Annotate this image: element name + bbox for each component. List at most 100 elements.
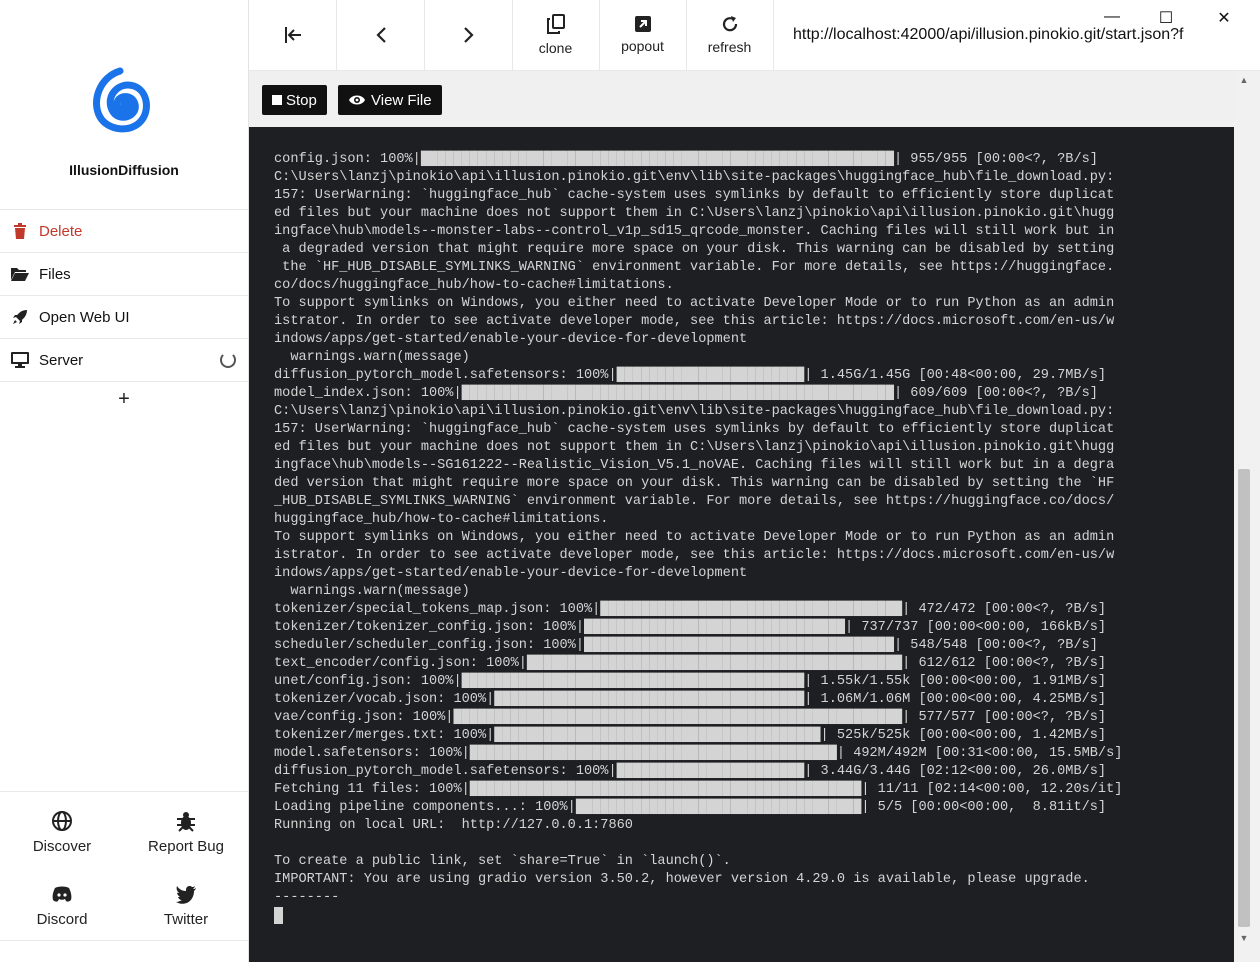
sidebar-item-open-web-ui[interactable]: Open Web UI [0, 296, 248, 339]
rocket-icon [11, 308, 29, 326]
sidebar-item-delete[interactable]: Delete [0, 210, 248, 253]
refresh-button[interactable]: refresh [686, 0, 774, 70]
sidebar-item-label: Files [39, 265, 71, 283]
url-bar[interactable]: http://localhost:42000/api/illusion.pino… [793, 26, 1238, 44]
terminal-line: -------- [274, 890, 340, 905]
terminal-line: To support symlinks on Windows, you eith… [274, 530, 1115, 545]
terminal-line: Fetching 11 files: 100%|████████████████… [274, 782, 1123, 797]
back-to-sidebar-button[interactable] [249, 0, 337, 70]
discord-label: Discord [36, 911, 88, 928]
chevron-right-icon [463, 27, 474, 43]
twitter-link[interactable]: Twitter [124, 883, 248, 928]
stop-button[interactable]: Stop [262, 85, 327, 115]
terminal-line: model.safetensors: 100%|████████████████… [274, 746, 1123, 761]
discord-icon [52, 886, 72, 902]
view-file-button[interactable]: View File [338, 85, 442, 115]
external-link-icon [634, 16, 651, 32]
terminal-cursor [274, 907, 283, 924]
page-scrollbar[interactable]: ▲ ▼ [1234, 71, 1260, 962]
discover-label: Discover [32, 838, 92, 855]
report-bug-link[interactable]: Report Bug [124, 810, 248, 855]
report-bug-label: Report Bug [148, 838, 224, 855]
maximize-button[interactable]: ☐ [1151, 8, 1181, 28]
sidebar-item-files[interactable]: Files [0, 253, 248, 296]
minimize-button[interactable]: — [1097, 8, 1127, 28]
stop-square-icon [272, 95, 282, 105]
bug-icon [177, 812, 195, 832]
terminal-line: config.json: 100%|██████████████████████… [274, 152, 1098, 167]
terminal-line: Loading pipeline components...: 100%|███… [274, 800, 1107, 815]
discover-link[interactable]: Discover [0, 810, 124, 855]
terminal-line: C:\Users\lanzj\pinokio\api\illusion.pino… [274, 404, 1115, 419]
terminal-line: Running on local URL: http://127.0.0.1:7… [274, 818, 633, 833]
terminal-line: ed files but your machine does not suppo… [274, 440, 1115, 455]
terminal-line: warnings.warn(message) [274, 350, 470, 365]
popout-label: popout [621, 38, 664, 54]
terminal-line: indows/apps/get-started/enable-your-devi… [274, 566, 748, 581]
terminal-line: text_encoder/config.json: 100%|█████████… [274, 656, 1107, 671]
refresh-icon [722, 16, 737, 32]
twitter-icon [176, 886, 196, 904]
terminal-line: tokenizer/merges.txt: 100%|█████████████… [274, 728, 1107, 743]
add-button[interactable]: + [0, 388, 248, 411]
desktop-icon [11, 351, 29, 369]
terminal-line: istrator. In order to see activate devel… [274, 548, 1115, 563]
terminal-line: diffusion_pytorch_model.safetensors: 100… [274, 368, 1107, 383]
trash-icon [11, 222, 29, 240]
terminal-output[interactable]: config.json: 100%|██████████████████████… [249, 127, 1234, 962]
terminal-line: ingface\hub\models--monster-labs--contro… [274, 224, 1115, 239]
terminal-line: ed files but your machine does not suppo… [274, 206, 1115, 221]
sidebar-bottom-links: Discover Report Bug Discord Twitter [0, 791, 248, 941]
sidebar: IllusionDiffusion Delete Files Open Web … [0, 0, 249, 962]
terminal-line: vae/config.json: 100%|██████████████████… [274, 710, 1107, 725]
terminal-line: 157: UserWarning: `huggingface_hub` cach… [274, 422, 1115, 437]
stop-label: Stop [286, 91, 317, 109]
clone-label: clone [538, 40, 573, 56]
refresh-label: refresh [707, 39, 752, 55]
copy-icon [546, 14, 565, 34]
terminal-line: 157: UserWarning: `huggingface_hub` cach… [274, 188, 1115, 203]
terminal-line: IMPORTANT: You are using gradio version … [274, 872, 1090, 887]
terminal-text: config.json: 100%|██████████████████████… [274, 151, 1122, 907]
popout-button[interactable]: popout [599, 0, 687, 70]
sidebar-item-label: Server [39, 351, 84, 369]
terminal-line: To support symlinks on Windows, you eith… [274, 296, 1115, 311]
terminal-line: a degraded version that might require mo… [274, 242, 1115, 257]
terminal-line: To create a public link, set `share=True… [274, 854, 731, 869]
terminal-line: scheduler/scheduler_config.json: 100%|██… [274, 638, 1098, 653]
scrollbar-thumb[interactable] [1238, 469, 1250, 927]
terminal-line: istrator. In order to see activate devel… [274, 314, 1115, 329]
terminal-line: diffusion_pytorch_model.safetensors: 100… [274, 764, 1107, 779]
terminal-line: C:\Users\lanzj\pinokio\api\illusion.pino… [274, 170, 1115, 185]
terminal-line: ded version that might require more spac… [274, 476, 1115, 491]
sidebar-item-server[interactable]: Server [0, 339, 248, 382]
nav-forward-button[interactable] [425, 0, 513, 70]
terminal-line: tokenizer/special_tokens_map.json: 100%|… [274, 602, 1107, 617]
nav-back-button[interactable] [337, 0, 425, 70]
terminal-line: tokenizer/tokenizer_config.json: 100%|██… [274, 620, 1107, 635]
eye-icon [349, 95, 365, 105]
spiral-logo [93, 67, 150, 133]
action-bar: Stop View File [249, 71, 1234, 127]
sidebar-menu: Delete Files Open Web UI Server [0, 209, 248, 382]
view-file-label: View File [371, 91, 432, 109]
scroll-down-arrow-icon[interactable]: ▼ [1238, 933, 1250, 945]
terminal-line: ingface\hub\models--SG161222--Realistic_… [274, 458, 1115, 473]
loading-spinner-icon [220, 352, 236, 368]
terminal-line: model_index.json: 100%|█████████████████… [274, 386, 1098, 401]
clone-button[interactable]: clone [512, 0, 600, 70]
arrow-left-from-bracket-icon [284, 27, 301, 43]
close-window-button[interactable]: ✕ [1209, 8, 1239, 28]
terminal-line: unet/config.json: 100%|█████████████████… [274, 674, 1107, 689]
discord-link[interactable]: Discord [0, 883, 124, 928]
terminal-line: the `HF_HUB_DISABLE_SYMLINKS_WARNING` en… [274, 260, 1115, 275]
terminal-line: co/docs/huggingface_hub/how-to-cache#lim… [274, 278, 674, 293]
terminal-line: _HUB_DISABLE_SYMLINKS_WARNING` environme… [274, 494, 1115, 509]
terminal-line: warnings.warn(message) [274, 584, 470, 599]
app-name: IllusionDiffusion [69, 162, 179, 178]
sidebar-item-label: Delete [39, 222, 83, 240]
scroll-up-arrow-icon[interactable]: ▲ [1238, 75, 1250, 87]
terminal-line: indows/apps/get-started/enable-your-devi… [274, 332, 748, 347]
sidebar-item-label: Open Web UI [39, 308, 130, 326]
terminal-line: tokenizer/vocab.json: 100%|█████████████… [274, 692, 1107, 707]
